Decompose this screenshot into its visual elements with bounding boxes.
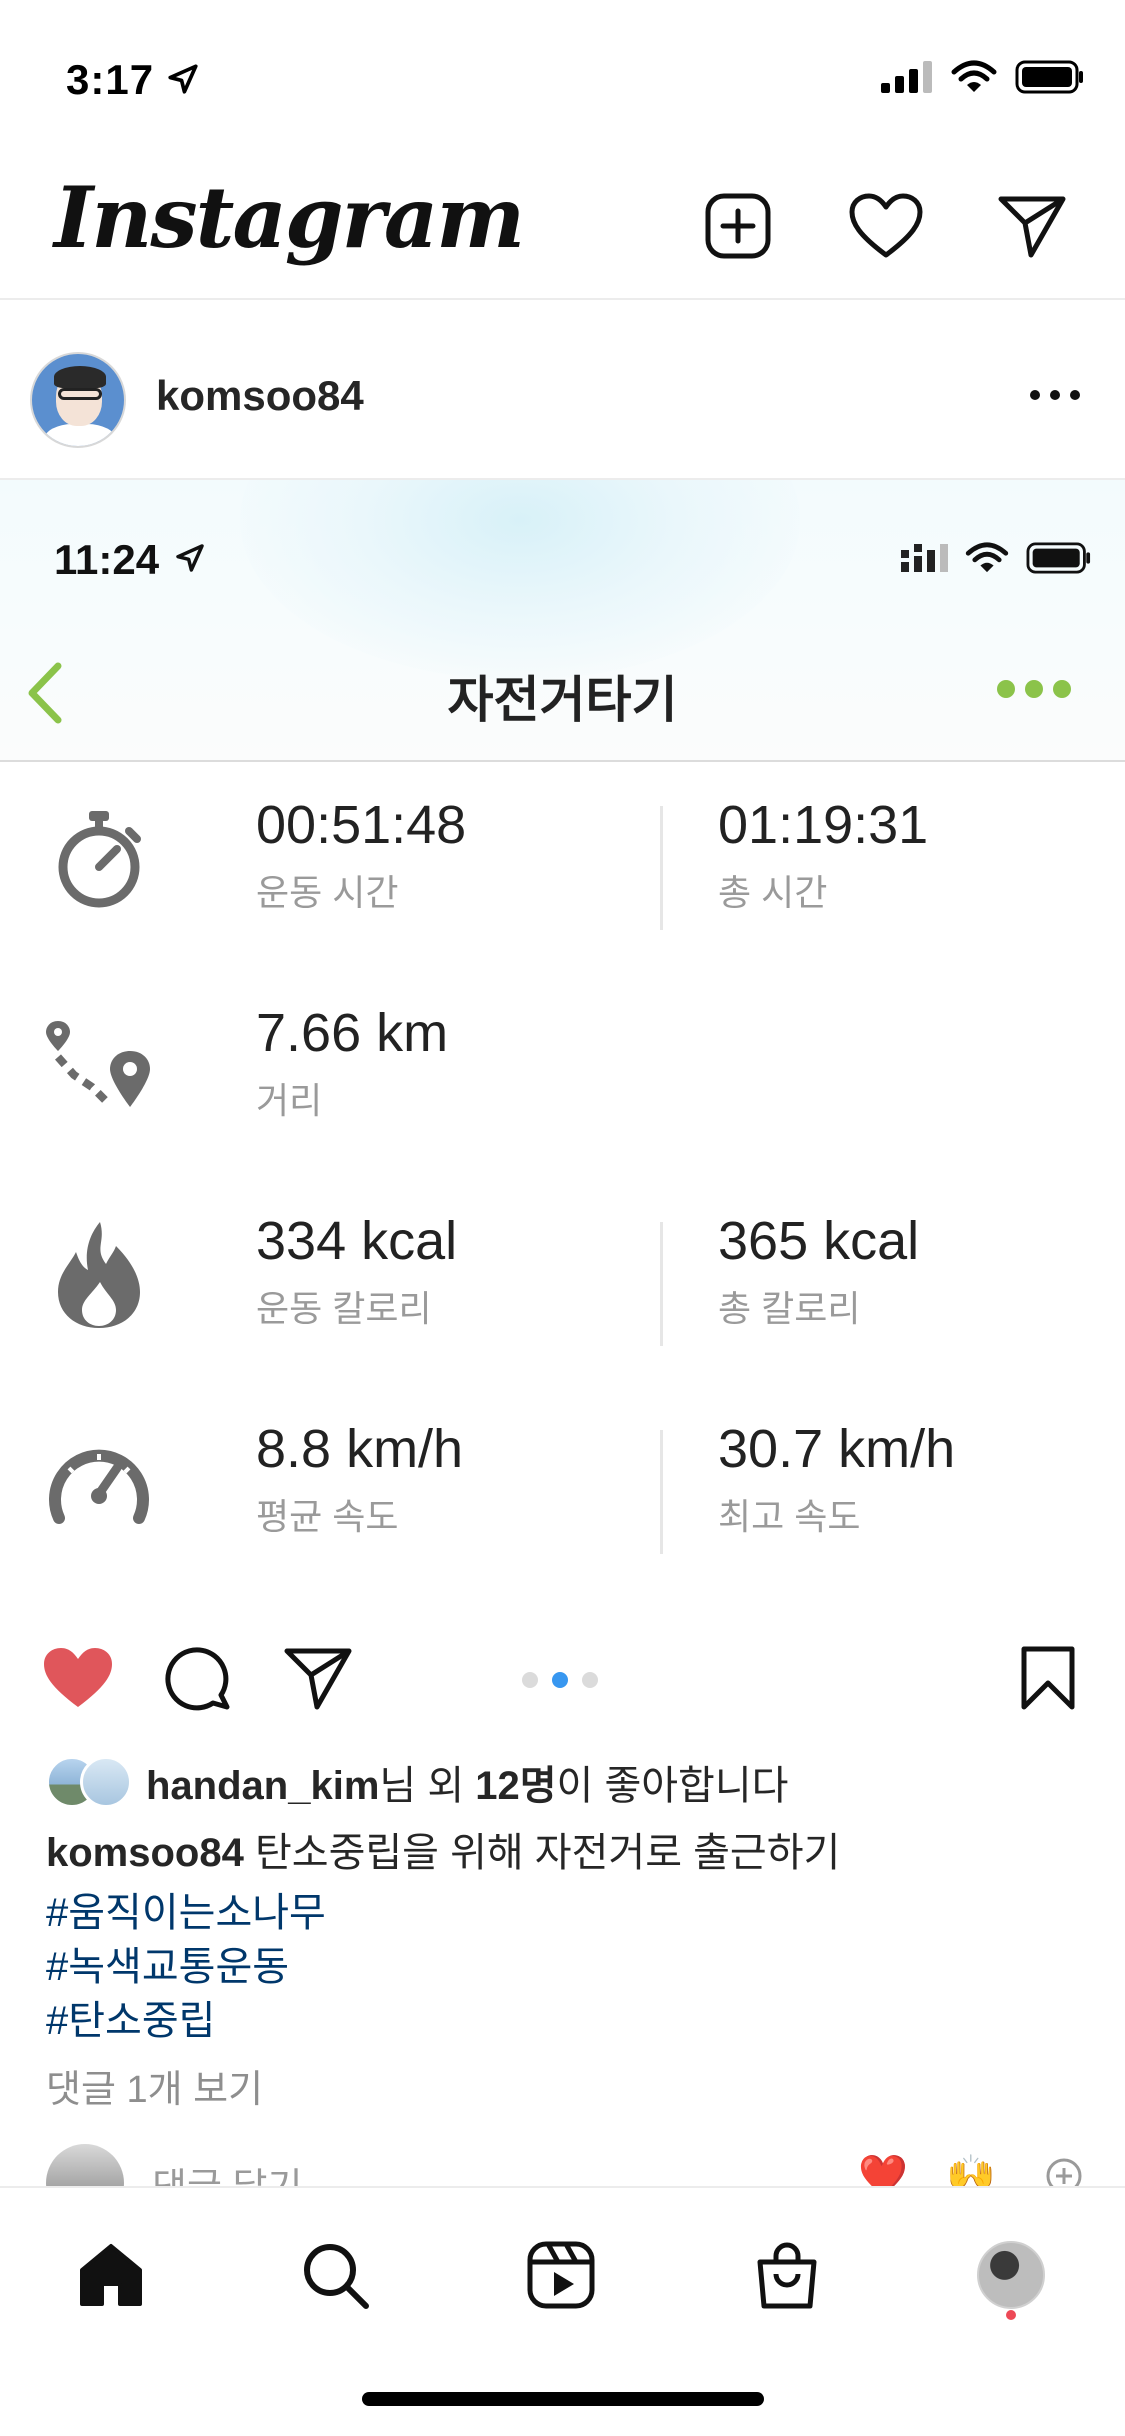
quick-emoji[interactable]: ❤️	[858, 2152, 908, 2190]
hashtag[interactable]: #탄소중립	[46, 1988, 215, 2046]
share-icon[interactable]	[278, 1638, 358, 1718]
avg-speed-value: 8.8 km/h	[256, 1419, 464, 1479]
status-indicators	[881, 60, 1085, 94]
exercise-calories-value: 334 kcal	[256, 1211, 458, 1271]
max-speed-value: 30.7 km/h	[718, 1419, 956, 1479]
home-indicator	[362, 2392, 764, 2406]
wifi-icon	[965, 542, 1009, 573]
exercise-time-label: 운동 시간	[256, 872, 399, 913]
carousel-dot	[582, 1672, 598, 1688]
speedometer-icon	[44, 1428, 154, 1538]
likes-suffix: 이 좋아합니다	[556, 1764, 789, 1808]
total-time-value: 01:19:31	[718, 795, 929, 855]
tab-reels[interactable]	[516, 2230, 606, 2320]
metric-row-time: 00:51:48 운동 시간 01:19:31 총 시간	[0, 784, 1125, 984]
wifi-icon	[951, 60, 997, 92]
tab-home[interactable]	[66, 2230, 156, 2320]
post-caption: komsoo84 탄소중립을 위해 자전거로 출근하기	[46, 1826, 1086, 1880]
carousel-indicator	[522, 1672, 598, 1688]
metric-row-distance: 7.66 km 거리	[0, 992, 1125, 1192]
search-icon	[304, 2244, 369, 2309]
add-emoji-icon[interactable]	[1044, 2156, 1084, 2190]
tab-search[interactable]	[290, 2230, 380, 2320]
caption-username[interactable]: komsoo84	[46, 1831, 244, 1875]
liker-avatar	[80, 1756, 132, 1808]
home-icon	[80, 2244, 142, 2306]
post-image[interactable]: 11:24 자전거타기 00:51:48 운동 시간 01:19:31 총 시간…	[0, 480, 1125, 1620]
caption-text: 탄소중립을 위해 자전거로 출근하기	[243, 1831, 841, 1875]
metric-divider	[660, 1430, 663, 1554]
metric-divider	[660, 806, 663, 930]
like-heart-icon[interactable]	[38, 1638, 118, 1718]
location-arrow-icon	[176, 544, 204, 572]
avatar[interactable]	[30, 352, 126, 448]
status-bar: 3:17	[0, 0, 1125, 150]
comment-input[interactable]: 댓글 달기...	[152, 2156, 334, 2190]
workout-title: 자전거타기	[447, 672, 678, 728]
exercise-calories-label: 운동 칼로리	[256, 1288, 432, 1329]
total-calories-value: 365 kcal	[718, 1211, 920, 1271]
signal-icon	[881, 61, 932, 93]
liker-username[interactable]: handan_kim	[146, 1764, 379, 1808]
signal-icon	[901, 544, 948, 572]
avatar	[977, 2241, 1045, 2309]
status-time: 3:17	[66, 56, 155, 103]
embedded-status-time: 11:24	[54, 536, 160, 583]
reels-icon	[527, 2241, 595, 2309]
avg-speed-label: 평균 속도	[256, 1496, 399, 1537]
avatar	[46, 2144, 124, 2190]
hashtag[interactable]: #녹색교통운동	[46, 1934, 289, 1992]
tab-shop[interactable]	[742, 2230, 832, 2320]
total-time-label: 총 시간	[718, 872, 828, 913]
more-options-icon[interactable]	[1025, 380, 1085, 410]
metric-divider	[660, 1222, 663, 1346]
heart-icon[interactable]	[846, 186, 926, 266]
stopwatch-icon	[44, 804, 154, 914]
instagram-logo[interactable]: Instagram	[54, 168, 525, 267]
shopping-bag-icon	[757, 2242, 817, 2309]
new-post-icon[interactable]	[698, 186, 778, 266]
view-comments-link[interactable]: 댓글 1개 보기	[46, 2058, 263, 2113]
likes-count[interactable]: 12명	[475, 1764, 556, 1808]
notification-dot	[1006, 2310, 1016, 2320]
distance-label: 거리	[256, 1080, 323, 1121]
post-username[interactable]: komsoo84	[156, 372, 364, 420]
distance-value: 7.66 km	[256, 1003, 449, 1063]
metric-row-calories: 334 kcal 운동 칼로리 365 kcal 총 칼로리	[0, 1200, 1125, 1400]
likes-text: handan_kim님 외 12명이 좋아합니다	[146, 1753, 788, 1811]
comment-input-row[interactable]: 댓글 달기... ❤️ 🙌	[0, 2140, 1125, 2190]
post-actions	[0, 1628, 1125, 1728]
bookmark-icon[interactable]	[1008, 1638, 1088, 1718]
exercise-time-value: 00:51:48	[256, 795, 467, 855]
battery-icon	[1026, 542, 1091, 574]
carousel-dot-active	[552, 1672, 568, 1688]
flame-icon	[44, 1220, 154, 1330]
hashtag[interactable]: #움직이는소나무	[46, 1880, 326, 1938]
direct-message-icon[interactable]	[992, 186, 1072, 266]
likes-connector: 님 외	[379, 1764, 476, 1808]
quick-emoji[interactable]: 🙌	[946, 2152, 996, 2190]
workout-more-icon	[997, 680, 1071, 698]
embedded-status-indicators	[901, 542, 1093, 574]
app-header: Instagram	[0, 150, 1125, 300]
workout-app-header: 11:24 자전거타기	[0, 480, 1125, 762]
tab-profile[interactable]	[966, 2230, 1056, 2320]
comment-icon[interactable]	[158, 1638, 238, 1718]
battery-icon	[1015, 60, 1083, 94]
total-calories-label: 총 칼로리	[718, 1288, 861, 1329]
carousel-dot	[522, 1672, 538, 1688]
likes-summary[interactable]: handan_kim님 외 12명이 좋아합니다	[46, 1752, 788, 1812]
route-pin-icon	[44, 1012, 154, 1122]
post-header: komsoo84	[0, 300, 1125, 480]
metric-row-speed: 8.8 km/h 평균 속도 30.7 km/h 최고 속도	[0, 1408, 1125, 1608]
location-arrow-icon	[168, 64, 198, 94]
max-speed-label: 최고 속도	[718, 1496, 861, 1537]
